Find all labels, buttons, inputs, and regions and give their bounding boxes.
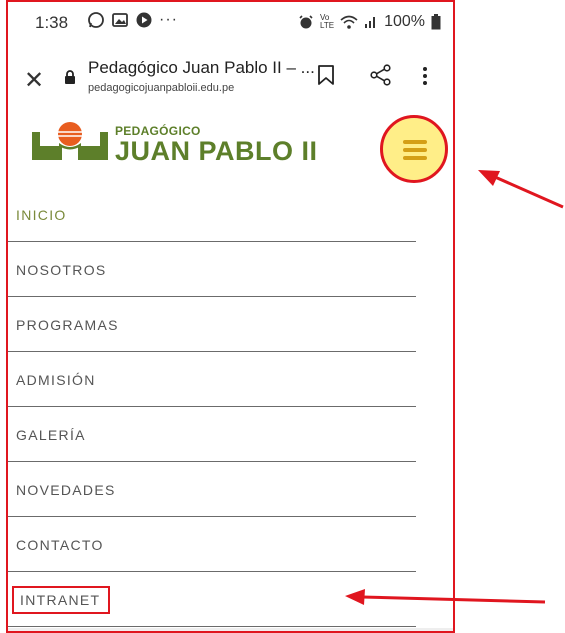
arrow-to-menu [478,170,564,209]
alarm-icon [299,15,313,29]
page-domain[interactable]: pedagogicojuanpabloii.edu.pe [88,82,234,94]
nav-item-galeria[interactable]: GALERÍA [8,407,416,462]
nav-item-label: INICIO [16,207,67,223]
phone-screen: 1:38 ··· Vo LTE 100% ✕ Pedagógico Juan Pa… [6,0,455,633]
status-bar: 1:38 ··· Vo LTE 100% [8,2,453,42]
nav-item-label: ADMISIÓN [16,372,96,388]
nav-item-label: CONTACTO [16,537,104,553]
hamburger-menu-button[interactable] [380,115,448,183]
nav-item-inicio[interactable]: INICIO [8,187,416,242]
close-icon[interactable]: ✕ [24,66,44,95]
nav-item-nosotros[interactable]: NOSOTROS [8,242,416,297]
media-icon [136,12,152,28]
nav-menu: INICIO NOSOTROS PROGRAMAS ADMISIÓN GALER… [8,187,416,627]
whatsapp-icon [88,12,104,28]
logo-title: JUAN PABLO II [115,136,318,166]
signal-icon [365,17,376,28]
more-vert-icon[interactable] [422,66,428,86]
nav-item-admision[interactable]: ADMISIÓN [8,352,416,407]
battery-percent: 100% [384,13,425,30]
volte-icon: Vo LTE [320,13,335,30]
browser-toolbar: ✕ Pedagógico Juan Pablo II – ... pedagog… [8,46,453,108]
nav-item-label: GALERÍA [16,427,86,443]
bookmark-icon[interactable] [317,64,335,86]
nav-item-label: NOSOTROS [16,262,107,278]
status-time: 1:38 [35,13,69,32]
nav-item-label: NOVEDADES [16,482,116,498]
bottom-strip [8,628,453,631]
wifi-icon [340,15,358,29]
nav-item-contacto[interactable]: CONTACTO [8,517,416,572]
gallery-icon [112,13,128,27]
school-logo-icon[interactable] [28,120,112,162]
lock-icon [65,70,75,84]
nav-item-intranet[interactable]: INTRANET [8,572,416,627]
nav-item-label: INTRANET [12,586,111,614]
menu-icon [403,140,427,144]
nav-item-novedades[interactable]: NOVEDADES [8,462,416,517]
site-header: PEDAGÓGICO JUAN PABLO II [8,108,453,186]
battery-icon [431,14,441,30]
nav-item-label: PROGRAMAS [16,317,119,333]
more-dots-icon: ··· [159,11,178,28]
nav-item-programas[interactable]: PROGRAMAS [8,297,416,352]
share-icon[interactable] [370,64,392,86]
page-title[interactable]: Pedagógico Juan Pablo II – ... [88,58,315,78]
